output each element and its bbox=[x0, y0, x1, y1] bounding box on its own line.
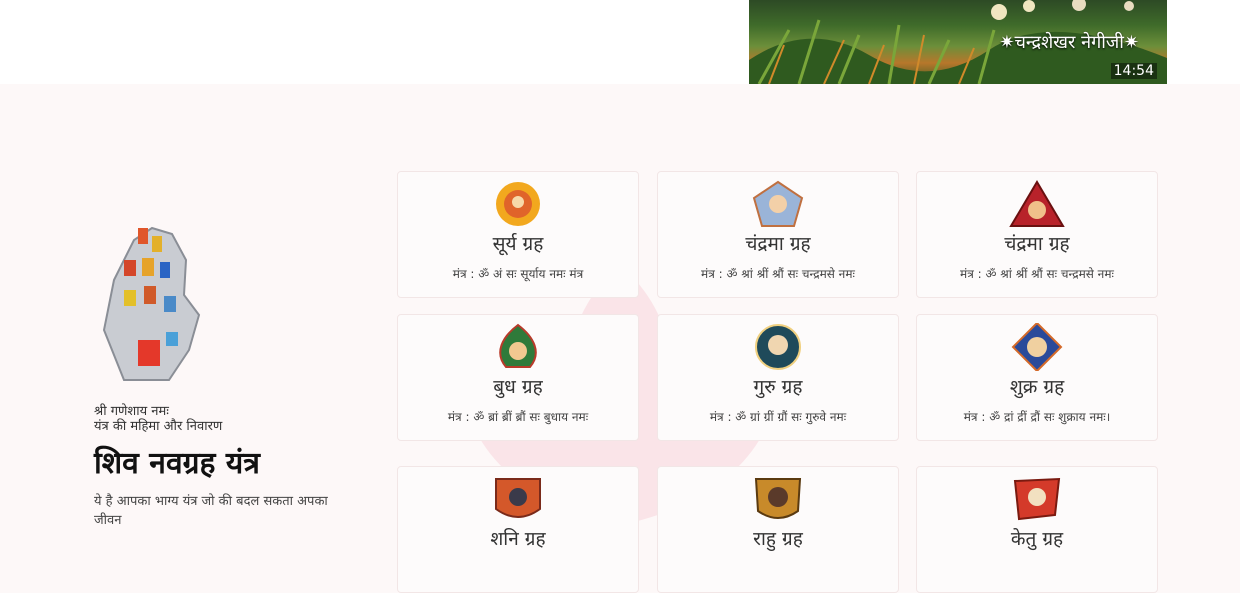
planet-name: बुध ग्रह bbox=[493, 376, 543, 398]
video-thumbnail[interactable]: ✷चन्द्रशेखर नेगीजी✷ 14:54 bbox=[749, 0, 1167, 84]
yantra-description: ये है आपका भाग्य यंत्र जो की बदल सकता अप… bbox=[94, 494, 328, 528]
shiv-navgrah-yantra-image bbox=[102, 226, 201, 381]
venus-deity-icon bbox=[1011, 323, 1063, 371]
planet-card-surya[interactable]: सूर्य ग्रह मंत्र : ॐ अं सः सूर्याय नमः म… bbox=[397, 171, 639, 298]
planet-card-budh[interactable]: बुध ग्रह मंत्र : ॐ ब्रां ब्रीं ब्रौं सः … bbox=[397, 314, 639, 441]
ketu-deity-icon bbox=[1013, 477, 1061, 521]
planet-name: शनि ग्रह bbox=[490, 528, 546, 550]
planet-card-mangal[interactable]: चंद्रमा ग्रह मंत्र : ॐ श्रां श्रीं श्रौं… bbox=[916, 171, 1158, 298]
sun-deity-icon bbox=[496, 182, 540, 226]
planet-name: चंद्रमा ग्रह bbox=[1004, 233, 1070, 255]
planet-name: शुक्र ग्रह bbox=[1009, 376, 1065, 398]
page-title: शिव नवग्रह यंत्र bbox=[94, 446, 260, 481]
planet-card-chandrama[interactable]: चंद्रमा ग्रह मंत्र : ॐ श्रां श्रीं श्रौं… bbox=[657, 171, 899, 298]
planet-mantra: मंत्र : ॐ ग्रां ग्रीं ग्रौं सः गुरुवे नम… bbox=[709, 410, 847, 424]
planet-name: गुरु ग्रह bbox=[753, 376, 803, 398]
planet-name: चंद्रमा ग्रह bbox=[745, 233, 811, 255]
planet-mantra: मंत्र : ॐ ब्रां ब्रीं ब्रौं सः बुधाय नमः bbox=[447, 410, 589, 424]
jupiter-deity-icon bbox=[755, 324, 801, 370]
planet-card-guru[interactable]: गुरु ग्रह मंत्र : ॐ ग्रां ग्रीं ग्रौं सः… bbox=[657, 314, 899, 441]
planet-name: सूर्य ग्रह bbox=[492, 233, 544, 255]
saturn-deity-icon bbox=[495, 478, 541, 518]
planet-card-rahu[interactable]: राहु ग्रह bbox=[657, 466, 899, 593]
yantra-subtitle: यंत्र की महिमा और निवारण bbox=[94, 419, 223, 434]
video-duration: 14:54 bbox=[1110, 63, 1157, 79]
mars-deity-icon bbox=[1009, 180, 1065, 227]
planet-name: राहु ग्रह bbox=[753, 528, 803, 550]
rahu-deity-icon bbox=[754, 478, 802, 519]
invocation-text: श्री गणेशाय नमः bbox=[94, 404, 169, 419]
planet-mantra: मंत्र : ॐ श्रां श्रीं श्रौं सः चन्द्रमसे… bbox=[960, 267, 1114, 281]
planet-mantra: मंत्र : ॐ द्रां द्रीं द्रौं सः शुक्राय न… bbox=[963, 410, 1111, 424]
video-title: ✷चन्द्रशेखर नेगीजी✷ bbox=[999, 32, 1139, 53]
planet-name: केतु ग्रह bbox=[1010, 528, 1064, 550]
planet-card-shani[interactable]: शनि ग्रह bbox=[397, 466, 639, 593]
planet-card-ketu[interactable]: केतु ग्रह bbox=[916, 466, 1158, 593]
planet-card-shukra[interactable]: शुक्र ग्रह मंत्र : ॐ द्रां द्रीं द्रौं स… bbox=[916, 314, 1158, 441]
left-panel: श्री गणेशाय नमः यंत्र की महिमा और निवारण… bbox=[94, 220, 384, 530]
planet-mantra: मंत्र : ॐ श्रां श्रीं श्रौं सः चन्द्रमसे… bbox=[701, 267, 855, 281]
moon-deity-icon bbox=[752, 180, 804, 227]
planet-mantra: मंत्र : ॐ अं सः सूर्याय नमः मंत्र bbox=[452, 267, 584, 281]
mercury-deity-icon bbox=[499, 323, 537, 368]
